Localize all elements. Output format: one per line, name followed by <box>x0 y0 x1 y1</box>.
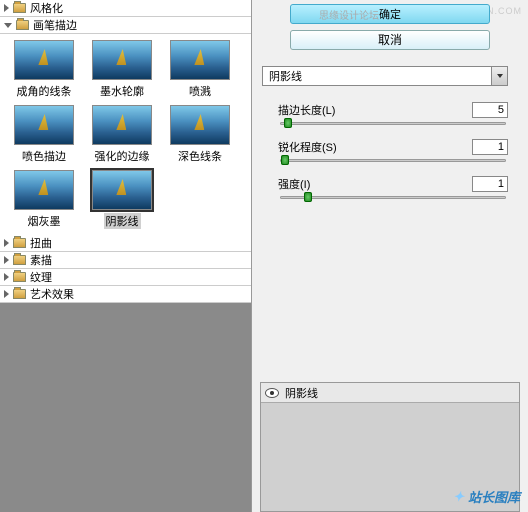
site-logo: 站长图库 <box>453 487 520 506</box>
slider-thumb[interactable] <box>304 192 312 202</box>
folder-icon <box>16 20 29 30</box>
filter-thumb[interactable]: 深色线条 <box>164 105 236 164</box>
folder-icon <box>13 255 26 265</box>
thumb-image <box>14 105 74 145</box>
folder-icon <box>13 272 26 282</box>
filter-thumb[interactable]: 烟灰墨 <box>8 170 80 229</box>
category-label: 画笔描边 <box>33 17 77 33</box>
slider-thumb[interactable] <box>284 118 292 128</box>
expand-icon <box>4 4 9 12</box>
category-artistic[interactable]: 艺术效果 <box>0 286 251 303</box>
thumb-label: 阴影线 <box>104 213 141 229</box>
slider-track[interactable] <box>280 196 506 199</box>
filter-tree-panel: 风格化 画笔描边 成角的线条墨水轮廓喷溅喷色描边强化的边缘深色线条烟灰墨阴影线 … <box>0 0 252 512</box>
slider-label: 锐化程度(S) <box>278 139 337 155</box>
slider-value-input[interactable] <box>472 102 508 118</box>
thumb-image <box>170 40 230 80</box>
layer-row[interactable]: 阴影线 <box>261 383 519 403</box>
folder-icon <box>13 289 26 299</box>
slider-thumb[interactable] <box>281 155 289 165</box>
category-stylize[interactable]: 风格化 <box>0 0 251 17</box>
filter-thumb[interactable]: 强化的边缘 <box>86 105 158 164</box>
visibility-icon[interactable] <box>265 388 279 398</box>
slider-track[interactable] <box>280 159 506 162</box>
thumb-label: 烟灰墨 <box>28 213 61 229</box>
folder-icon <box>13 238 26 248</box>
category-sketch[interactable]: 素描 <box>0 252 251 269</box>
category-label: 艺术效果 <box>30 286 74 302</box>
category-label: 纹理 <box>30 269 52 285</box>
thumb-label: 墨水轮廓 <box>100 83 144 99</box>
filter-thumb[interactable]: 阴影线 <box>86 170 158 229</box>
expand-icon <box>4 239 9 247</box>
folder-icon <box>13 3 26 13</box>
category-texture[interactable]: 纹理 <box>0 269 251 286</box>
slider-group: 锐化程度(S) <box>278 139 508 162</box>
slider-value-input[interactable] <box>472 176 508 192</box>
thumb-label: 深色线条 <box>178 148 222 164</box>
category-distort[interactable]: 扭曲 <box>0 235 251 252</box>
thumbnail-grid: 成角的线条 墨水轮廓 喷溅喷色描边 强化的边缘 深色线条烟灰墨 阴影线 <box>0 34 251 235</box>
thumb-label: 喷色描边 <box>22 148 66 164</box>
thumb-image <box>170 105 230 145</box>
thumb-image <box>92 170 152 210</box>
thumb-label: 强化的边缘 <box>95 148 150 164</box>
chevron-down-icon <box>491 67 507 85</box>
filter-thumb[interactable]: 成角的线条 <box>8 40 80 99</box>
thumb-image <box>14 40 74 80</box>
slider-label: 描边长度(L) <box>278 102 335 118</box>
thumb-label: 成角的线条 <box>17 83 72 99</box>
cancel-button[interactable]: 取消 <box>290 30 490 50</box>
thumb-label: 喷溅 <box>189 83 211 99</box>
collapse-icon <box>4 23 12 28</box>
slider-group: 强度(I) <box>278 176 508 199</box>
filter-thumb[interactable]: 喷溅 <box>164 40 236 99</box>
category-label: 素描 <box>30 252 52 268</box>
slider-group: 描边长度(L) <box>278 102 508 125</box>
category-label: 风格化 <box>30 0 63 16</box>
thumb-image <box>92 105 152 145</box>
empty-area <box>0 303 251 512</box>
layer-label: 阴影线 <box>285 385 318 401</box>
slider-track[interactable] <box>280 122 506 125</box>
filter-thumb[interactable]: 墨水轮廓 <box>86 40 158 99</box>
thumb-image <box>14 170 74 210</box>
expand-icon <box>4 290 9 298</box>
expand-icon <box>4 256 9 264</box>
subtitle-text: 思缘设计论坛 <box>319 8 379 26</box>
settings-panel: WWW.MISSYUAN.COM 确定 思缘设计论坛 取消 阴影线 描边长度(L… <box>252 0 528 512</box>
category-brush[interactable]: 画笔描边 <box>0 17 251 34</box>
filter-thumb[interactable]: 喷色描边 <box>8 105 80 164</box>
slider-value-input[interactable] <box>472 139 508 155</box>
expand-icon <box>4 273 9 281</box>
slider-label: 强度(I) <box>278 176 310 192</box>
ok-button[interactable]: 确定 思缘设计论坛 <box>290 4 490 24</box>
thumb-image <box>92 40 152 80</box>
filter-dropdown[interactable]: 阴影线 <box>262 66 508 86</box>
category-label: 扭曲 <box>30 235 52 251</box>
dropdown-value: 阴影线 <box>263 68 491 84</box>
